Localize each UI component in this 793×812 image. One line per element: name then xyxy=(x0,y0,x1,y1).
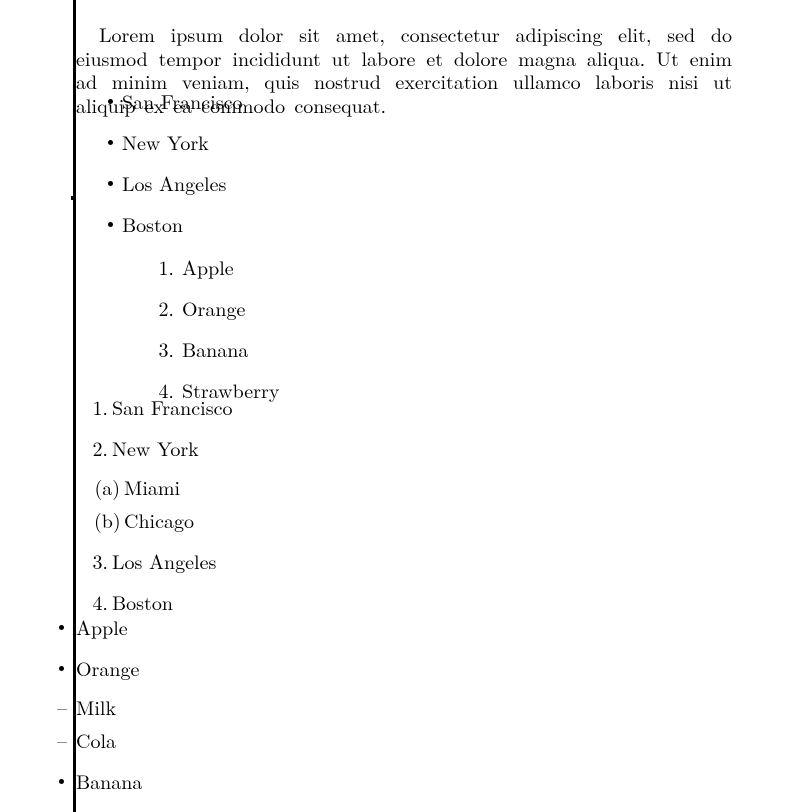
item-number: 3. xyxy=(156,336,174,361)
item-text: Los Angeles xyxy=(122,168,226,197)
item-label: (b) xyxy=(94,507,120,532)
list-item: Orange Milk Cola xyxy=(76,655,793,752)
list-item: New York xyxy=(122,129,793,154)
item-text: Miami xyxy=(124,472,180,501)
list-item: Boston 1.Apple 2.Orange 3.Banana 4.Straw… xyxy=(122,211,793,402)
item-text: Apple xyxy=(182,252,234,281)
item-text: San Francisco xyxy=(112,392,232,421)
item-text: Milk xyxy=(76,692,116,721)
item-label: (a) xyxy=(94,474,120,499)
list-item: San Francisco xyxy=(122,88,793,113)
item-text: Chicago xyxy=(124,505,194,534)
item-text: Strawberry xyxy=(76,807,173,812)
item-text: Banana xyxy=(76,766,142,795)
numbered-list-fruits: 1.Apple 2.Orange 3.Banana 4.Strawberry xyxy=(156,254,793,402)
item-text: Apple xyxy=(76,612,128,641)
item-text: Orange xyxy=(76,653,139,682)
list-item: Los Angeles xyxy=(122,170,793,195)
item-text: Boston xyxy=(122,209,183,238)
item-text: New York xyxy=(112,433,199,462)
alpha-sublist: (a)Miami (b)Chicago xyxy=(124,474,793,532)
item-text: New York xyxy=(122,127,209,156)
list-item: Apple xyxy=(76,614,793,639)
item-number: 1. xyxy=(88,394,108,419)
list-item: 1. Apple xyxy=(156,254,793,279)
item-number: 2. xyxy=(156,295,174,320)
item-text: San Francisco xyxy=(122,86,242,115)
dash-sublist: Milk Cola xyxy=(76,694,793,752)
list-item: 2.New York (a)Miami (b)Chicago xyxy=(112,435,793,532)
item-text: Cola xyxy=(76,725,116,754)
list-item: 1.San Francisco xyxy=(112,394,793,419)
list-item: 3. Banana xyxy=(156,336,793,361)
item-text: Los Angeles xyxy=(112,546,216,575)
item-text: Banana xyxy=(182,334,248,363)
list-item: 3.Los Angeles xyxy=(112,548,793,573)
list-item: 4.Boston xyxy=(112,589,793,614)
item-text: Orange xyxy=(182,293,245,322)
bullet-list-fruits-outer: Apple Orange Milk Cola Banana Strawberry xyxy=(0,614,793,812)
list-item: Milk xyxy=(76,694,793,719)
item-number: 1. xyxy=(156,254,174,279)
bullet-list-cities: San Francisco New York Los Angeles Bosto… xyxy=(0,88,793,402)
list-item: Cola xyxy=(76,727,793,752)
list-item: (b)Chicago xyxy=(124,507,793,532)
item-number: 3. xyxy=(88,548,108,573)
numbered-list-cities: 1.San Francisco 2.New York (a)Miami (b)C… xyxy=(0,394,793,614)
list-item: 2. Orange xyxy=(156,295,793,320)
item-number: 2. xyxy=(88,435,108,460)
item-number: 4. xyxy=(88,589,108,614)
list-item: Banana xyxy=(76,768,793,793)
latex-page: { "paragraph": "Lorem ipsum dolor sit am… xyxy=(0,0,793,812)
list-item: (a)Miami xyxy=(124,474,793,499)
